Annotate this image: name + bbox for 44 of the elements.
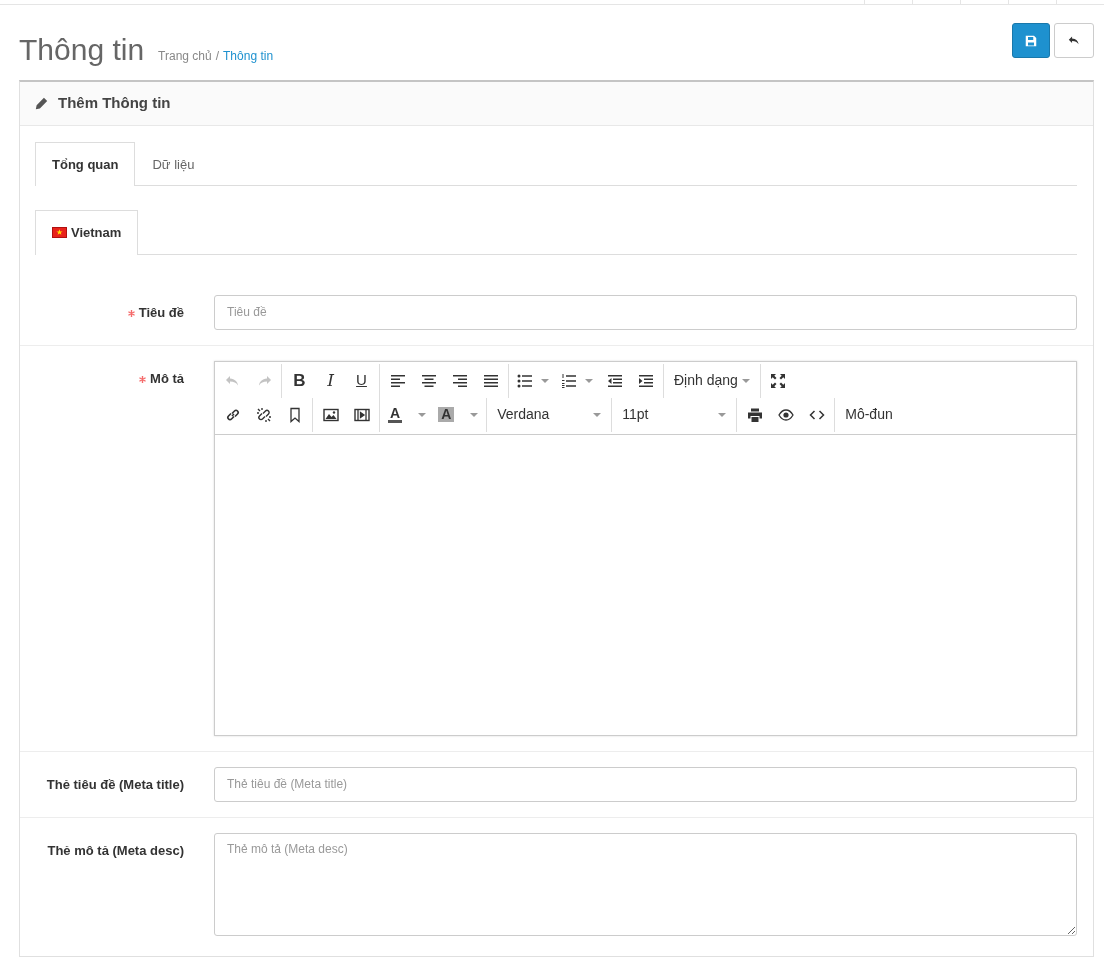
field-label: Tiêu đề [138,304,184,320]
expand-icon [770,372,787,389]
numbered-list-icon [561,372,577,389]
text-color-button[interactable]: A [382,399,433,430]
align-center-icon [420,372,437,389]
broken-link-icon [255,406,272,423]
page-title: Thông tin [19,31,145,68]
language-tab[interactable]: Vietnam [35,210,139,255]
tab[interactable]: Tổng quan [35,141,136,186]
film-icon [353,406,370,423]
rich-text-editor[interactable]: B I U Định dạng A A Verdana 11pt Mô-đun [214,360,1077,736]
align-left-icon [389,372,406,389]
save-button[interactable] [1012,23,1050,58]
pencil-icon [35,96,48,110]
format-dropdown[interactable]: Định dạng [666,365,758,396]
eye-icon [777,406,794,423]
breadcrumb-link[interactable]: Trang chủ [158,46,212,65]
save-icon [1025,34,1037,47]
indent-icon [637,372,654,389]
background-color-button[interactable]: A [432,399,485,430]
field-label: Mô tả [150,370,184,386]
breadcrumb-link[interactable]: Thông tin [223,46,274,65]
justify-icon [482,372,499,389]
input-field[interactable]: Thẻ tiêu đề (Meta title) [214,766,1077,802]
field-label: Thẻ tiêu đề (Meta title) [46,776,184,792]
image-icon [322,406,339,423]
panel-title: Thêm Thông tin [58,93,171,113]
printer-icon [746,406,763,423]
italic-button[interactable]: I [315,365,346,396]
font-dropdown[interactable]: Verdana [489,399,610,430]
align-right-icon [451,372,468,389]
font-size-dropdown[interactable]: 11pt [614,399,735,430]
flag-icon [52,227,67,239]
tab[interactable]: Dữ liệu [135,141,212,186]
bullet-list-icon [517,372,533,389]
outdent-icon [606,372,623,389]
underline-button[interactable]: U [346,365,377,396]
language-label: Vietnam [71,224,122,242]
breadcrumb-separator: / [215,47,220,65]
input-field[interactable]: Tiêu đề [214,294,1077,330]
bold-button[interactable]: B [284,365,315,396]
module-button[interactable]: Mô-đun [837,399,901,430]
field-label: Thẻ mô tả (Meta desc) [47,842,184,858]
text-area[interactable]: Thẻ mô tả (Meta desc) [214,832,1077,936]
